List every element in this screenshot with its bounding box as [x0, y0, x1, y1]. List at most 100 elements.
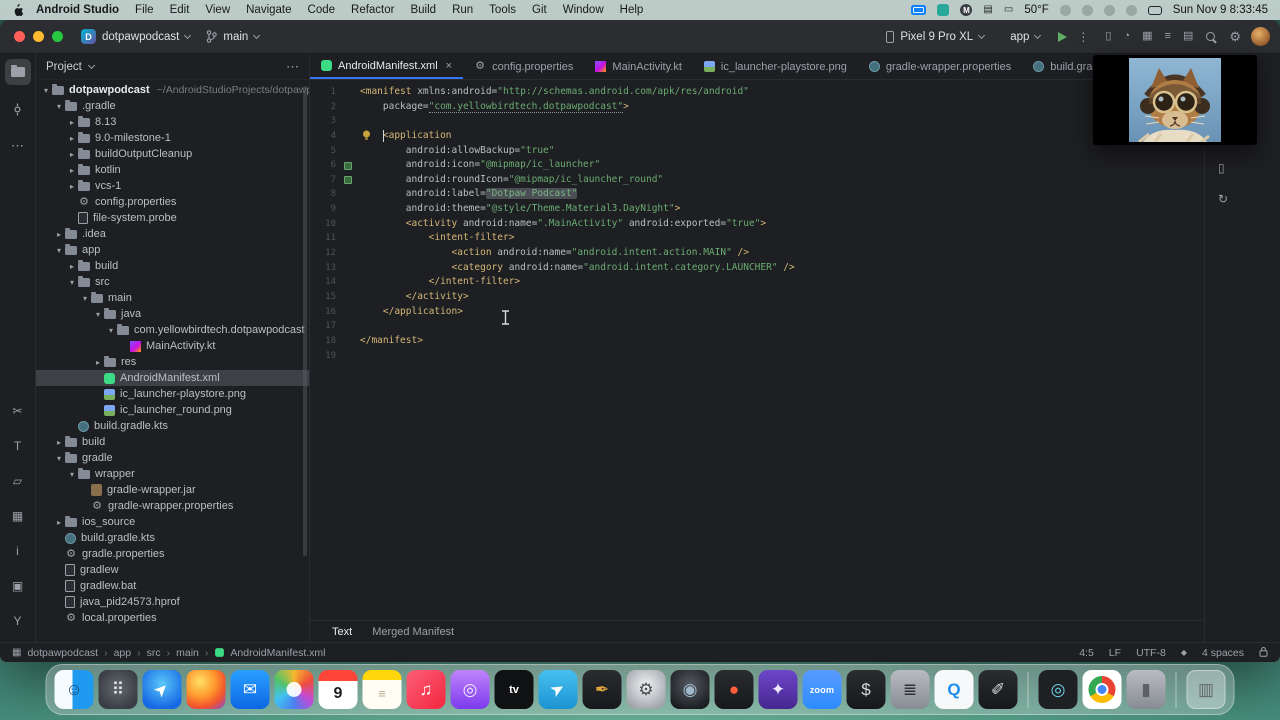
dock-mail[interactable]: ✉ — [230, 670, 270, 709]
caret-position[interactable]: 4:5 — [1079, 647, 1094, 659]
device-mirror-icon[interactable]: ▯ — [1105, 31, 1111, 42]
breadcrumb-main[interactable]: main — [176, 647, 199, 659]
temperature[interactable]: 50°F — [1024, 4, 1048, 16]
vcs-branch-icon[interactable]: Y — [5, 608, 31, 634]
editor-tab-gradle-wrapper-properties[interactable]: gradle-wrapper.properties — [858, 54, 1022, 79]
tree-item-main[interactable]: main — [36, 290, 309, 306]
dock-pen-app[interactable]: ✐ — [978, 670, 1018, 709]
file-encoding[interactable]: UTF-8 — [1136, 647, 1166, 659]
dock-design-tool[interactable]: ✒ — [582, 670, 622, 709]
screen-mirroring-icon[interactable] — [911, 5, 927, 15]
dock-calendar[interactable]: 9 — [318, 670, 358, 709]
code-line-11[interactable]: 11 <intent-filter> — [310, 231, 1204, 246]
expand-chevron-icon[interactable] — [66, 134, 78, 143]
expand-chevron-icon[interactable] — [53, 230, 65, 239]
menu-git[interactable]: Git — [532, 4, 547, 16]
launcher-resource-gutter-icon[interactable] — [344, 161, 352, 170]
expand-chevron-icon[interactable] — [53, 246, 65, 255]
grid-tool-icon[interactable]: ▦ — [5, 503, 31, 529]
settings-gear-icon[interactable] — [1229, 30, 1241, 44]
expand-chevron-icon[interactable] — [92, 310, 104, 319]
expand-chevron-icon[interactable] — [66, 118, 78, 127]
dock-android-studio[interactable]: ◎ — [1038, 670, 1078, 709]
lock-icon[interactable] — [1259, 646, 1268, 660]
dock-apple-tv[interactable]: tv — [494, 670, 534, 709]
keyboard-icon[interactable]: ▤ — [983, 5, 992, 15]
dock-trash[interactable]: ▥ — [1186, 670, 1226, 709]
tree-item-gradlew[interactable]: gradlew — [36, 562, 309, 578]
tree-item-androidmanifest-xml[interactable]: AndroidManifest.xml — [36, 370, 309, 386]
run-configuration-selector[interactable]: app — [1002, 28, 1048, 46]
dock-quicktime[interactable]: Q — [934, 670, 974, 709]
menu-navigate[interactable]: Navigate — [246, 4, 291, 16]
expand-chevron-icon[interactable] — [40, 86, 52, 95]
expand-chevron-icon[interactable] — [79, 294, 91, 303]
editor-tab-androidmanifest-xml[interactable]: AndroidManifest.xml — [310, 54, 464, 79]
editor-tab-config-properties[interactable]: config.properties — [463, 54, 584, 79]
code-line-5[interactable]: 5 android:allowBackup="true" — [310, 144, 1204, 159]
dock-finder[interactable]: ☺ — [54, 670, 94, 709]
code-line-17[interactable]: 17 — [310, 319, 1204, 334]
close-window-button[interactable] — [14, 31, 25, 42]
info-tool-icon[interactable]: i — [5, 538, 31, 564]
tree-item-java[interactable]: java — [36, 306, 309, 322]
code-line-15[interactable]: 15 </activity> — [310, 290, 1204, 305]
zoom-window-button[interactable] — [52, 31, 63, 42]
menu-code[interactable]: Code — [308, 4, 336, 16]
expand-chevron-icon[interactable] — [53, 454, 65, 463]
editor-tab-ic-launcher-playstore-png[interactable]: ic_launcher-playstore.png — [693, 54, 858, 79]
dock-system-settings[interactable]: ⚙ — [626, 670, 666, 709]
view-tab-text[interactable]: Text — [332, 626, 352, 638]
menu-file[interactable]: File — [135, 4, 154, 16]
tree-item-gradle-properties[interactable]: gradle.properties — [36, 546, 309, 562]
minimize-window-button[interactable] — [33, 31, 44, 42]
dock-music[interactable]: ♫ — [406, 670, 446, 709]
project-panel-title[interactable]: Project — [46, 61, 82, 73]
dock-telegram[interactable]: ➤ — [538, 670, 578, 709]
launcher-resource-gutter-icon[interactable] — [344, 176, 352, 185]
tree-item-gradle-wrapper-jar[interactable]: gradle-wrapper.jar — [36, 482, 309, 498]
cut-tool-icon[interactable]: ✂ — [5, 398, 31, 424]
tree-item-ios-source[interactable]: ios_source — [36, 514, 309, 530]
expand-chevron-icon[interactable] — [66, 150, 78, 159]
menu-view[interactable]: View — [205, 4, 230, 16]
tree-item-buildoutputcleanup[interactable]: buildOutputCleanup — [36, 146, 309, 162]
search-icon[interactable] — [1205, 31, 1217, 43]
code-line-19[interactable]: 19 — [310, 349, 1204, 364]
more-actions-icon[interactable] — [1077, 30, 1089, 44]
indentation[interactable]: 4 spaces — [1202, 647, 1244, 659]
copy-tool-icon[interactable]: ▱ — [5, 468, 31, 494]
tree-item-com-yellowbirdtech-dotpawpodcast[interactable]: com.yellowbirdtech.dotpawpodcast — [36, 322, 309, 338]
dock-launchpad[interactable]: ⠿ — [98, 670, 138, 709]
view-tab-merged-manifest[interactable]: Merged Manifest — [372, 626, 454, 638]
tree-item-mainactivity-kt[interactable]: MainActivity.kt — [36, 338, 309, 354]
code-line-13[interactable]: 13 <category android:name="android.inten… — [310, 261, 1204, 276]
code-line-18[interactable]: 18 </manifest> — [310, 334, 1204, 349]
dock-notes[interactable]: ≡ — [362, 670, 402, 709]
tree-item-build-gradle-kts[interactable]: build.gradle.kts — [36, 418, 309, 434]
apple-logo-icon[interactable] — [12, 3, 24, 17]
breadcrumb-dotpawpodcast[interactable]: dotpawpodcast — [27, 647, 98, 659]
menu-extra-icon-3[interactable] — [1103, 4, 1115, 16]
menu-window[interactable]: Window — [563, 4, 604, 16]
dock-terminal[interactable]: $ — [846, 670, 886, 709]
code-line-16[interactable]: 16 </application> — [310, 305, 1204, 320]
code-line-6[interactable]: 6 android:icon="@mipmap/ic_launcher" — [310, 158, 1204, 173]
code-line-12[interactable]: 12 <action android:name="android.intent.… — [310, 246, 1204, 261]
tree-item-config-properties[interactable]: config.properties — [36, 194, 309, 210]
dock-zoom[interactable]: zoom — [802, 670, 842, 709]
dock-list-app[interactable]: ≣ — [890, 670, 930, 709]
tree-item-gradle[interactable]: .gradle — [36, 98, 309, 114]
menu-tools[interactable]: Tools — [489, 4, 516, 16]
tree-item-vcs-1[interactable]: vcs-1 — [36, 178, 309, 194]
expand-chevron-icon[interactable] — [66, 278, 78, 287]
expand-chevron-icon[interactable] — [66, 470, 78, 479]
line-ending[interactable]: LF — [1109, 647, 1121, 659]
project-tree-scrollbar[interactable] — [303, 86, 307, 556]
expand-chevron-icon[interactable] — [66, 262, 78, 271]
expand-chevron-icon[interactable] — [105, 326, 117, 335]
m-badge-icon[interactable]: M — [960, 4, 973, 16]
tree-item-java-pid24573-hprof[interactable]: java_pid24573.hprof — [36, 594, 309, 610]
editor-tab-mainactivity-kt[interactable]: MainActivity.kt — [584, 54, 692, 79]
expand-chevron-icon[interactable] — [66, 166, 78, 175]
